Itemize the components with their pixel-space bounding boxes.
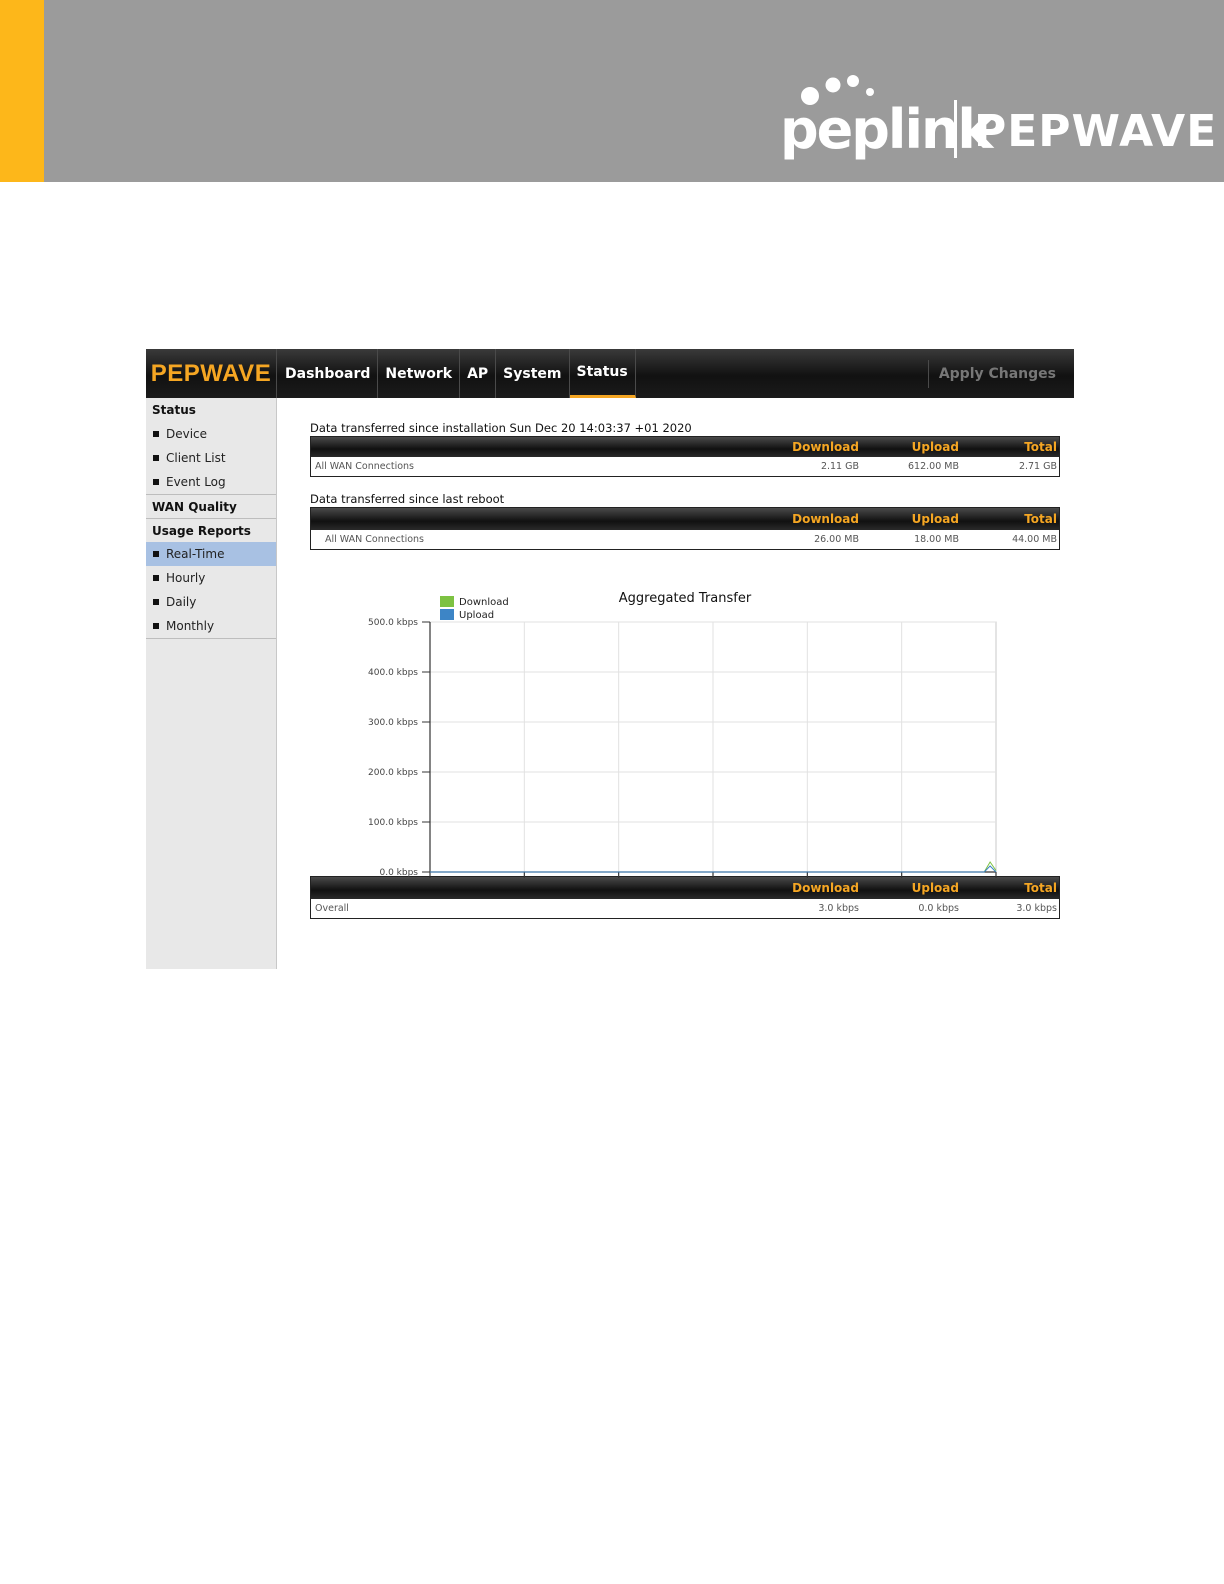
- sidebar-item-monthly[interactable]: Monthly: [146, 614, 276, 638]
- main-nav: Dashboard Network AP System Status: [278, 349, 636, 398]
- sidebar-item-real-time[interactable]: Real-Time: [146, 542, 276, 566]
- row-name: All WAN Connections: [315, 461, 414, 472]
- sidebar-item-daily[interactable]: Daily: [146, 590, 276, 614]
- sidebar: Status Device Client List Event Log WAN …: [146, 398, 277, 969]
- apply-changes-button[interactable]: Apply Changes: [927, 360, 1066, 388]
- sidebar-item-label: Hourly: [166, 571, 206, 585]
- bullet-icon: [153, 479, 159, 485]
- row-name: Overall: [315, 903, 349, 914]
- sidebar-section-status: Status: [152, 403, 196, 417]
- sidebar-item-label: Client List: [166, 451, 226, 465]
- sidebar-item-device[interactable]: Device: [146, 422, 276, 446]
- bullet-icon: [153, 455, 159, 461]
- install-caption: Data transferred since installation Sun …: [310, 421, 692, 435]
- sidebar-item-wan-quality[interactable]: WAN Quality: [146, 494, 276, 518]
- install-usage-table: Download Upload Total All WAN Connection…: [310, 436, 1060, 477]
- aggregated-transfer-chart: Aggregated Transfer Download Upload 0.0 kbp…: [310, 550, 1060, 878]
- nav-status[interactable]: Status: [569, 349, 636, 398]
- chart-svg: Aggregated Transfer Download Upload 0.0 kbp…: [368, 591, 997, 878]
- row-download: 2.11 GB: [820, 461, 859, 472]
- sidebar-item-label: Real-Time: [166, 547, 225, 561]
- router-web-ui: PEPWAVE Dashboard Network AP System Stat…: [146, 349, 1074, 969]
- table-header: Download Upload Total: [311, 508, 1059, 530]
- pepwave-brand-logo[interactable]: PEPWAVE: [146, 349, 277, 398]
- y-tick-label: 200.0 kbps: [368, 768, 418, 778]
- sidebar-divider: [146, 638, 276, 639]
- legend-label-upload: Upload: [459, 610, 494, 621]
- header-download: Download: [792, 512, 859, 526]
- sidebar-item-label: Event Log: [166, 475, 226, 489]
- sidebar-item-event-log[interactable]: Event Log: [146, 470, 276, 494]
- table-row: All WAN Connections 26.00 MB 18.00 MB 44…: [311, 530, 1059, 549]
- header-total: Total: [1024, 512, 1057, 526]
- bullet-icon: [153, 551, 159, 557]
- document-banner: peplink PEPWAVE: [0, 0, 1224, 182]
- header-total: Total: [1024, 440, 1057, 454]
- bullet-icon: [153, 599, 159, 605]
- legend-label-download: Download: [459, 597, 509, 608]
- sidebar-item-hourly[interactable]: Hourly: [146, 566, 276, 590]
- sidebar-item-label: Device: [166, 427, 208, 441]
- row-upload: 612.00 MB: [908, 461, 959, 472]
- table-row: All WAN Connections 2.11 GB 612.00 MB 2.…: [311, 457, 1059, 476]
- row-total: 3.0 kbps: [1016, 903, 1057, 914]
- row-upload: 18.00 MB: [914, 534, 959, 545]
- logo-divider: [954, 100, 957, 158]
- nav-dashboard[interactable]: Dashboard: [278, 349, 379, 398]
- top-navigation-bar: PEPWAVE Dashboard Network AP System Stat…: [146, 349, 1074, 398]
- table-header: Download Upload Total: [311, 437, 1059, 457]
- logo-peplink-text: peplink: [780, 98, 993, 161]
- row-upload: 0.0 kbps: [918, 903, 959, 914]
- main-content: Data transferred since installation Sun …: [310, 398, 1060, 919]
- header-download: Download: [792, 440, 859, 454]
- legend-swatch-upload: [440, 609, 454, 620]
- nav-system[interactable]: System: [496, 349, 570, 398]
- bullet-icon: [153, 623, 159, 629]
- row-total: 2.71 GB: [1018, 461, 1057, 472]
- banner-accent-stripe: [0, 0, 44, 182]
- nav-ap[interactable]: AP: [460, 349, 497, 398]
- y-tick-label: 0.0 kbps: [379, 868, 418, 878]
- header-upload: Upload: [911, 440, 959, 454]
- sidebar-item-label: Monthly: [166, 619, 215, 633]
- y-tick-label: 400.0 kbps: [368, 668, 418, 678]
- y-tick-label: 500.0 kbps: [368, 618, 418, 628]
- row-download: 3.0 kbps: [818, 903, 859, 914]
- y-tick-label: 300.0 kbps: [368, 718, 418, 728]
- bullet-icon: [153, 575, 159, 581]
- logo-pepwave-text: PEPWAVE: [974, 106, 1218, 157]
- row-download: 26.00 MB: [814, 534, 859, 545]
- row-name: All WAN Connections: [325, 534, 424, 545]
- y-tick-label: 100.0 kbps: [368, 818, 418, 828]
- header-upload: Upload: [911, 512, 959, 526]
- sidebar-section-usage-reports[interactable]: Usage Reports: [146, 518, 276, 542]
- bullet-icon: [153, 431, 159, 437]
- sidebar-item-client-list[interactable]: Client List: [146, 446, 276, 470]
- legend-swatch-download: [440, 596, 454, 607]
- sidebar-item-label: Daily: [166, 595, 197, 609]
- reboot-usage-table: Download Upload Total All WAN Connection…: [310, 507, 1060, 550]
- chart-title: Aggregated Transfer: [619, 591, 752, 606]
- table-row: Overall 3.0 kbps 0.0 kbps 3.0 kbps: [311, 899, 1059, 918]
- row-total: 44.00 MB: [1012, 534, 1057, 545]
- nav-network[interactable]: Network: [378, 349, 461, 398]
- reboot-caption: Data transferred since last reboot: [310, 492, 505, 506]
